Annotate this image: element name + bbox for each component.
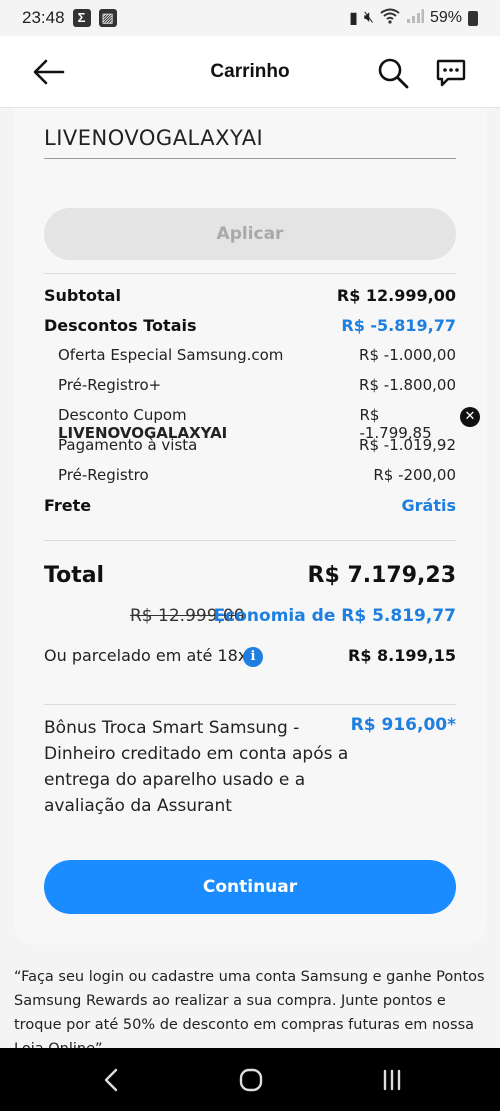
discount-value: R$ -1.800,00 bbox=[359, 376, 456, 394]
shipping-row: Frete Grátis bbox=[44, 496, 456, 515]
total-discounts-row: Descontos Totais R$ -5.819,77 bbox=[44, 316, 456, 335]
subtotal-row: Subtotal R$ 12.999,00 bbox=[44, 286, 456, 305]
search-icon[interactable] bbox=[376, 56, 410, 90]
battery-icon bbox=[468, 10, 478, 26]
wifi-icon bbox=[380, 8, 400, 29]
nav-recents-icon[interactable] bbox=[374, 1062, 410, 1098]
divider bbox=[44, 540, 456, 541]
divider bbox=[44, 704, 456, 705]
gallery-notification-icon: ▨ bbox=[98, 9, 117, 27]
status-time: 23:48 bbox=[22, 8, 65, 27]
discount-value: R$ -1.019,92 bbox=[359, 436, 456, 454]
discount-label: Pré-Registro+ bbox=[58, 376, 162, 394]
installment-label: Ou parcelado em até 18x bbox=[44, 646, 248, 665]
chat-icon[interactable] bbox=[434, 56, 468, 90]
coupon-discount-prefix: Desconto Cupom bbox=[58, 406, 187, 424]
savings-text: Economia de R$ 5.819,77 bbox=[213, 606, 456, 626]
total-value: R$ 7.179,23 bbox=[307, 563, 456, 588]
discount-value: R$ -200,00 bbox=[373, 466, 456, 484]
total-label: Total bbox=[44, 563, 105, 588]
nav-back-icon[interactable] bbox=[94, 1062, 130, 1098]
lock-status-icon: ▮ bbox=[349, 10, 358, 27]
continue-button[interactable]: Continuar bbox=[44, 860, 456, 914]
discount-row: Oferta Especial Samsung.com R$ -1.000,00 bbox=[44, 346, 456, 364]
rewards-promo-text: “Faça seu login ou cadastre uma conta Sa… bbox=[14, 969, 485, 1057]
installment-value: R$ 8.199,15 bbox=[348, 646, 456, 665]
discount-value: R$ -1.000,00 bbox=[359, 346, 456, 364]
subtotal-value: R$ 12.999,00 bbox=[336, 286, 456, 305]
shipping-label: Frete bbox=[44, 496, 92, 515]
discount-row: Pré-Registro R$ -200,00 bbox=[44, 466, 456, 484]
coupon-code-input[interactable] bbox=[44, 117, 456, 159]
apply-coupon-button[interactable]: Aplicar bbox=[44, 208, 456, 260]
subtotal-label: Subtotal bbox=[44, 286, 121, 305]
page-title: Carrinho bbox=[210, 60, 290, 82]
nav-home-icon[interactable] bbox=[233, 1062, 269, 1098]
discount-label: Pré-Registro bbox=[58, 466, 149, 484]
divider bbox=[44, 273, 456, 274]
shipping-value: Grátis bbox=[401, 496, 456, 515]
trade-in-bonus-value: R$ 916,00* bbox=[350, 715, 456, 735]
total-discounts-value: R$ -5.819,77 bbox=[341, 316, 456, 335]
mute-icon: 🔇︎ bbox=[363, 9, 374, 26]
status-bar: 23:48 Σ ▨ ▮ 🔇︎ 59% bbox=[0, 0, 500, 36]
discount-row: Pré-Registro+ R$ -1.800,00 bbox=[44, 376, 456, 394]
info-icon[interactable]: i bbox=[243, 647, 263, 667]
remove-coupon-close-icon[interactable]: ✕ bbox=[460, 407, 480, 427]
system-navigation-bar bbox=[0, 1048, 500, 1111]
signal-icon bbox=[406, 8, 424, 28]
trade-in-bonus-text: Bônus Troca Smart Samsung - Dinheiro cre… bbox=[44, 718, 349, 816]
discount-label: Oferta Especial Samsung.com bbox=[58, 346, 284, 364]
discount-row: Pagamento à vista R$ -1.019,92 bbox=[44, 436, 456, 454]
battery-percentage: 59% bbox=[429, 9, 462, 26]
back-arrow-icon[interactable] bbox=[30, 56, 70, 88]
sigma-app-icon: Σ bbox=[72, 9, 91, 27]
app-header: Carrinho bbox=[0, 36, 500, 108]
discount-label: Pagamento à vista bbox=[58, 436, 198, 454]
total-discounts-label: Descontos Totais bbox=[44, 316, 197, 335]
